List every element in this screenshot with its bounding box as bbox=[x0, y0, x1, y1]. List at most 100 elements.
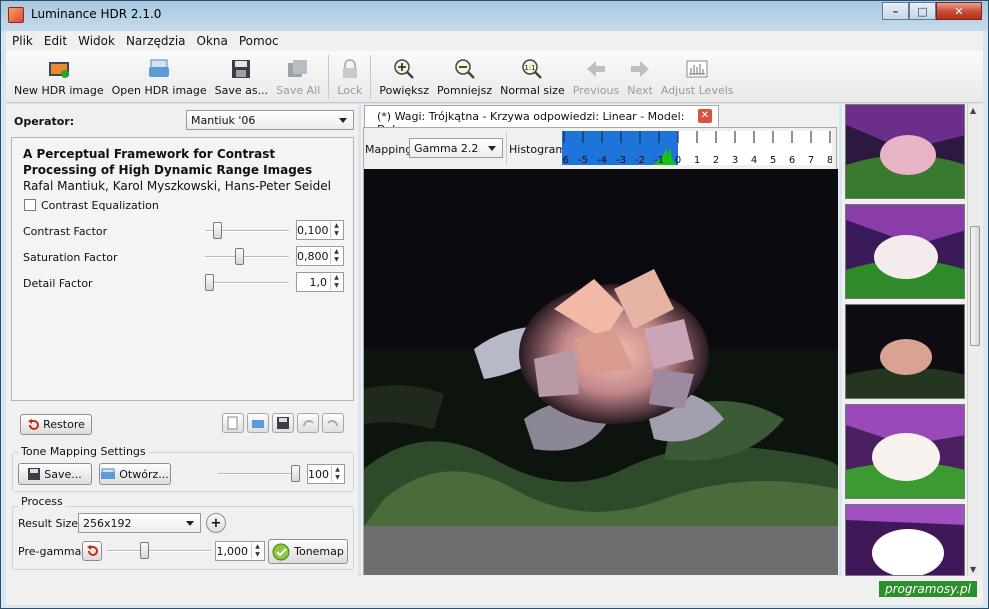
restore-button[interactable]: Restore bbox=[20, 414, 92, 435]
image-tab[interactable]: (*) Wagi: Trójkątna - Krzywa odpowiedzi:… bbox=[364, 105, 719, 136]
saturation-factor-slider-handle[interactable] bbox=[235, 248, 244, 265]
tm-settings-slider-handle[interactable] bbox=[291, 465, 300, 482]
contrast-factor-slider-handle[interactable] bbox=[213, 222, 222, 239]
save-all-label: Save All bbox=[276, 84, 321, 97]
menu-okna[interactable]: Okna bbox=[197, 34, 228, 48]
tm-settings-slider[interactable] bbox=[218, 465, 300, 482]
adjust-levels-button[interactable]: Adjust Levels bbox=[661, 51, 734, 97]
pregamma-reset-button[interactable] bbox=[82, 541, 102, 561]
next-button[interactable]: Next bbox=[627, 51, 653, 97]
lock-button[interactable]: Lock bbox=[337, 51, 362, 97]
redo-icon bbox=[327, 420, 338, 427]
spin-arrows-icon[interactable]: ▲ ▼ bbox=[330, 222, 342, 238]
zoom-out-button[interactable]: Pomniejsz bbox=[437, 51, 492, 97]
menu-edit[interactable]: Edit bbox=[44, 34, 67, 48]
detail-factor-slider-handle[interactable] bbox=[205, 274, 214, 291]
normal-size-button[interactable]: 1:1 Normal size bbox=[500, 51, 565, 97]
previous-arrow-icon bbox=[584, 57, 608, 81]
image-canvas[interactable] bbox=[364, 169, 838, 575]
saturation-factor-spinbox[interactable]: 0,800 ▲ ▼ bbox=[296, 246, 344, 266]
previous-button[interactable]: Previous bbox=[572, 51, 620, 97]
new-hdr-button[interactable]: New HDR image bbox=[14, 51, 104, 97]
preview-scrollbar[interactable]: ▲ ▼ bbox=[967, 104, 982, 576]
menu-pomoc[interactable]: Pomoc bbox=[239, 34, 279, 48]
operator-options-box: A Perceptual Framework for Contrast Proc… bbox=[11, 137, 354, 401]
operator-label: Operator: bbox=[14, 115, 75, 128]
contrast-equalization-checkbox[interactable] bbox=[24, 199, 36, 211]
pregamma-slider[interactable] bbox=[107, 542, 211, 559]
histogram-widget[interactable]: -6 -5 -4 -3 -2 -1 0 1 2 3 4 5 6 7 8 bbox=[559, 131, 833, 166]
scroll-thumb[interactable] bbox=[970, 226, 980, 346]
tm-open-button[interactable]: Otwórz... bbox=[99, 463, 171, 485]
detail-factor-spinbox[interactable]: 1,0 ▲ ▼ bbox=[296, 272, 344, 292]
status-bar: programosy.pl bbox=[6, 576, 983, 605]
preview-thumbnail[interactable] bbox=[845, 404, 965, 499]
save-as-icon bbox=[229, 57, 253, 81]
add-size-button[interactable]: + bbox=[206, 513, 226, 533]
open-icon bbox=[101, 468, 116, 479]
pregamma-spinbox[interactable]: 1,000 ▲ ▼ bbox=[215, 541, 265, 561]
spin-arrows-icon[interactable]: ▲ ▼ bbox=[330, 274, 342, 290]
preview-thumbnail[interactable] bbox=[845, 104, 965, 199]
title-bar[interactable]: Luminance HDR 2.1.0 – □ ✕ bbox=[1, 1, 988, 29]
close-button[interactable]: ✕ bbox=[936, 2, 982, 20]
tonemap-button[interactable]: Tonemap bbox=[268, 539, 348, 564]
histogram-tick-label: -5 bbox=[578, 155, 588, 165]
histogram-tick-label: 6 bbox=[789, 155, 795, 165]
toolbar-separator bbox=[370, 55, 372, 99]
new-hdr-label: New HDR image bbox=[14, 84, 104, 97]
result-size-label: Result Size: bbox=[18, 517, 82, 530]
result-size-select[interactable]: 256x192 bbox=[78, 513, 201, 533]
tm-save-button[interactable]: Save... bbox=[18, 463, 92, 485]
zoom-in-button[interactable]: Powiększ bbox=[379, 51, 429, 97]
scroll-down-icon[interactable]: ▼ bbox=[970, 565, 976, 574]
tab-close-icon[interactable]: ✕ bbox=[698, 109, 712, 123]
load-settings-button[interactable] bbox=[247, 413, 269, 433]
save-all-button[interactable]: Save All bbox=[276, 51, 320, 97]
save-as-button[interactable]: Save as... bbox=[215, 51, 268, 97]
tm-settings-spinbox[interactable]: 100 ▲ ▼ bbox=[307, 464, 345, 484]
undo-button[interactable] bbox=[297, 413, 319, 433]
preview-thumbnail[interactable] bbox=[845, 504, 965, 576]
operator-select[interactable]: Mantiuk '06 bbox=[186, 110, 354, 130]
undo-icon bbox=[303, 420, 314, 427]
previous-label: Previous bbox=[572, 84, 620, 97]
toolbar-separator bbox=[328, 55, 330, 99]
save-settings-button[interactable] bbox=[272, 413, 294, 433]
hdr-viewer: (*) Wagi: Trójkątna - Krzywa odpowiedzi:… bbox=[361, 104, 839, 576]
redo-button[interactable] bbox=[322, 413, 344, 433]
menu-widok[interactable]: Widok bbox=[78, 34, 115, 48]
preview-thumbnail[interactable] bbox=[845, 204, 965, 299]
spin-arrows-icon[interactable]: ▲ ▼ bbox=[330, 248, 342, 264]
saturation-factor-slider[interactable] bbox=[205, 248, 289, 265]
save-all-icon bbox=[286, 57, 310, 81]
preview-panel: ▲ ▼ bbox=[842, 104, 983, 576]
reset-arrow-icon bbox=[87, 545, 98, 556]
saturation-factor-label: Saturation Factor bbox=[23, 251, 118, 264]
tm-save-label: Save... bbox=[44, 467, 82, 481]
copy-icon bbox=[227, 416, 238, 430]
open-hdr-button[interactable]: Open HDR image bbox=[112, 51, 207, 97]
adjust-levels-icon bbox=[685, 57, 709, 81]
copy-settings-button[interactable] bbox=[222, 413, 244, 433]
normal-size-icon: 1:1 bbox=[520, 57, 544, 81]
menu-plik[interactable]: Plik bbox=[12, 34, 33, 48]
menu-narzedzia[interactable]: Narzędzia bbox=[126, 34, 186, 48]
histogram-graph: -6 -5 -4 -3 -2 -1 0 1 2 3 4 5 6 7 8 bbox=[559, 131, 833, 166]
histogram-tick-label: -3 bbox=[616, 155, 626, 165]
preview-thumbnail[interactable] bbox=[845, 304, 965, 399]
maximize-button[interactable]: □ bbox=[909, 2, 936, 20]
histogram-tick-label: 4 bbox=[751, 155, 757, 165]
pregamma-slider-handle[interactable] bbox=[140, 542, 149, 559]
spin-arrows-icon[interactable]: ▲ ▼ bbox=[331, 466, 343, 482]
mapping-select[interactable]: Gamma 2.2 bbox=[409, 138, 503, 158]
histogram-tick-label: 5 bbox=[770, 155, 776, 165]
minimize-button[interactable]: – bbox=[882, 2, 909, 20]
contrast-factor-spinbox[interactable]: 0,100 ▲ ▼ bbox=[296, 220, 344, 240]
detail-factor-slider[interactable] bbox=[205, 274, 289, 291]
paper-authors: Rafal Mantiuk, Karol Myszkowski, Hans-Pe… bbox=[23, 179, 331, 193]
contrast-factor-slider[interactable] bbox=[205, 222, 289, 239]
spin-arrows-icon[interactable]: ▲ ▼ bbox=[251, 543, 263, 559]
tonemapping-panel: Operator: Mantiuk '06 A Perceptual Frame… bbox=[6, 104, 358, 576]
scroll-up-icon[interactable]: ▲ bbox=[970, 106, 976, 115]
